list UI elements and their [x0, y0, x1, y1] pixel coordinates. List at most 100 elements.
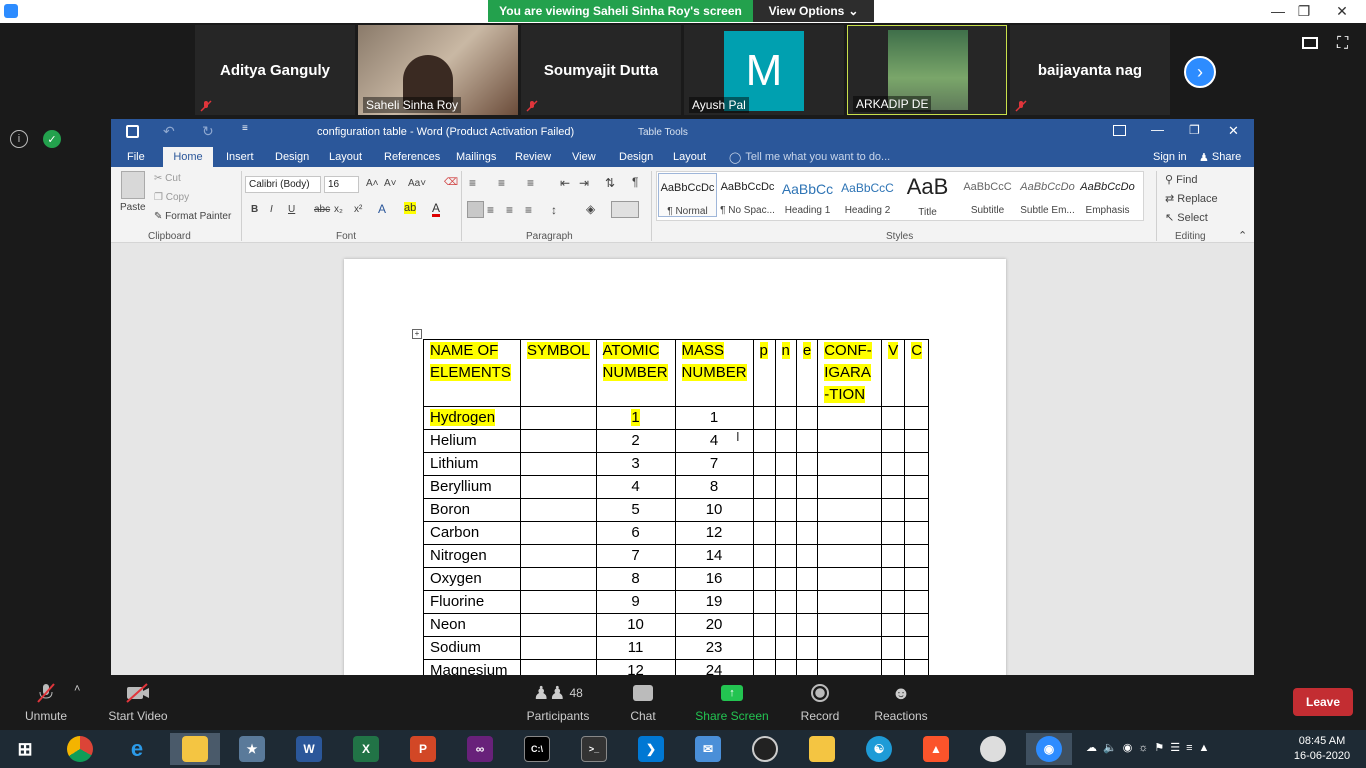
table-cell[interactable] [774, 475, 797, 499]
table-cell[interactable] [520, 636, 597, 660]
customize-toolbar-icon[interactable]: ≡ [242, 123, 248, 134]
table-cell[interactable] [795, 567, 819, 591]
tab-references[interactable]: References [384, 147, 440, 167]
table-cell[interactable]: Neon [423, 613, 521, 637]
style-normal[interactable]: AaBbCcDc ¶ Normal [658, 173, 717, 217]
table-cell[interactable] [795, 636, 819, 660]
undo-icon[interactable]: ↶ [163, 123, 175, 140]
italic-button[interactable]: I [270, 204, 273, 215]
header-cell[interactable]: SYMBOL [520, 339, 597, 407]
font-name-select[interactable]: Calibri (Body) [245, 176, 321, 193]
table-cell[interactable] [520, 613, 597, 637]
table-cell[interactable] [752, 659, 776, 675]
table-cell[interactable]: 4 [595, 475, 676, 499]
table-cell[interactable] [881, 521, 906, 545]
participant-tile[interactable]: baijayanta nag [1010, 25, 1170, 115]
table-cell[interactable] [795, 406, 819, 430]
word-restore-icon[interactable]: ❐ [1189, 123, 1200, 137]
powerpoint-icon[interactable]: P [403, 733, 443, 765]
align-left-button[interactable] [467, 201, 484, 218]
table-cell[interactable] [817, 498, 883, 522]
start-video-button[interactable]: Start Video [104, 680, 172, 723]
table-cell[interactable] [817, 567, 883, 591]
table-cell[interactable] [752, 475, 776, 499]
tell-me-search[interactable]: ◯ Tell me what you want to do... [729, 147, 890, 167]
table-cell[interactable]: 1 [595, 406, 676, 430]
table-cell[interactable] [774, 613, 797, 637]
table-cell[interactable] [520, 590, 597, 614]
table-cell[interactable] [795, 544, 819, 568]
table-cell[interactable] [817, 521, 883, 545]
table-cell[interactable]: Boron [423, 498, 521, 522]
header-cell[interactable]: p [752, 339, 776, 407]
table-cell[interactable] [774, 567, 797, 591]
style-heading-2[interactable]: AaBbCcC Heading 2 [838, 173, 897, 217]
tab-table-layout[interactable]: Layout [673, 147, 706, 167]
table-cell[interactable] [795, 498, 819, 522]
sort-icon[interactable]: ⇅ [605, 176, 615, 190]
word-minimize-icon[interactable]: — [1151, 122, 1164, 137]
table-move-handle-icon[interactable]: + [412, 329, 422, 339]
table-cell[interactable] [881, 452, 906, 476]
table-cell[interactable] [520, 475, 597, 499]
tab-table-design[interactable]: Design [619, 147, 653, 167]
fullscreen-icon[interactable]: ⛶ [1337, 35, 1348, 53]
table-cell[interactable]: 3 [595, 452, 676, 476]
info-icon[interactable]: i [10, 130, 28, 148]
participant-tile[interactable]: Soumyajit Dutta [521, 25, 681, 115]
table-cell[interactable]: 10 [595, 613, 676, 637]
table-cell[interactable] [520, 406, 597, 430]
shrink-font-button[interactable]: A˅ [384, 178, 397, 189]
change-case-button[interactable]: Aa˅ [408, 178, 426, 189]
table-cell[interactable] [881, 636, 906, 660]
replace-button[interactable]: ⇄ Replace [1165, 192, 1218, 205]
header-cell[interactable]: e [795, 339, 819, 407]
brave-icon[interactable]: ▲ [916, 733, 956, 765]
font-color-icon[interactable]: A [432, 202, 441, 217]
table-cell[interactable] [904, 406, 930, 430]
grow-font-button[interactable]: A˄ [366, 178, 379, 189]
copy-button[interactable]: ❐ Copy [154, 192, 189, 203]
next-page-button[interactable]: › [1184, 56, 1216, 88]
table-cell[interactable] [774, 636, 797, 660]
highlight-icon[interactable]: ab [404, 202, 417, 214]
table-cell[interactable] [774, 498, 797, 522]
terminal-icon[interactable]: >_ [574, 733, 614, 765]
style-subtle-emphasis[interactable]: AaBbCcDo Subtle Em... [1018, 173, 1077, 217]
leave-button[interactable]: Leave [1293, 688, 1353, 716]
header-cell[interactable]: C [904, 339, 930, 407]
participant-video-tile[interactable]: Saheli Sinha Roy [358, 25, 518, 115]
system-clock[interactable]: 08:45 AM 16-06-2020 [1282, 734, 1362, 764]
style-no-spacing[interactable]: AaBbCcDc ¶ No Spac... [718, 173, 777, 217]
table-cell[interactable] [795, 659, 819, 675]
table-cell[interactable] [881, 567, 906, 591]
table-cell[interactable] [817, 636, 883, 660]
shading-icon[interactable]: ◈ [586, 202, 595, 216]
vscode-icon[interactable]: ❯ [631, 733, 671, 765]
superscript-button[interactable]: x² [354, 204, 362, 215]
table-cell[interactable] [520, 429, 597, 453]
outlook-icon[interactable]: ✉ [688, 733, 728, 765]
participant-tile[interactable]: Aditya Ganguly [195, 25, 355, 115]
table-cell[interactable] [904, 475, 930, 499]
table-cell[interactable] [752, 544, 776, 568]
table-cell[interactable] [774, 544, 797, 568]
table-cell[interactable] [904, 567, 930, 591]
table-cell[interactable] [752, 636, 776, 660]
table-cell[interactable] [904, 590, 930, 614]
table-cell[interactable] [795, 590, 819, 614]
table-cell[interactable]: 20 [674, 613, 754, 637]
tab-design[interactable]: Design [275, 147, 309, 167]
style-emphasis[interactable]: AaBbCcDo Emphasis [1078, 173, 1137, 217]
table-cell[interactable] [752, 567, 776, 591]
gallery-layout-icon[interactable] [1302, 37, 1318, 49]
table-cell[interactable]: 19 [674, 590, 754, 614]
table-cell[interactable] [795, 452, 819, 476]
table-cell[interactable] [817, 590, 883, 614]
collapse-ribbon-icon[interactable]: ⌃ [1238, 229, 1247, 242]
text-effects-icon[interactable]: A [378, 202, 386, 216]
table-cell[interactable]: Nitrogen [423, 544, 521, 568]
table-cell[interactable] [774, 659, 797, 675]
table-cell[interactable]: 8 [595, 567, 676, 591]
table-cell[interactable]: Beryllium [423, 475, 521, 499]
